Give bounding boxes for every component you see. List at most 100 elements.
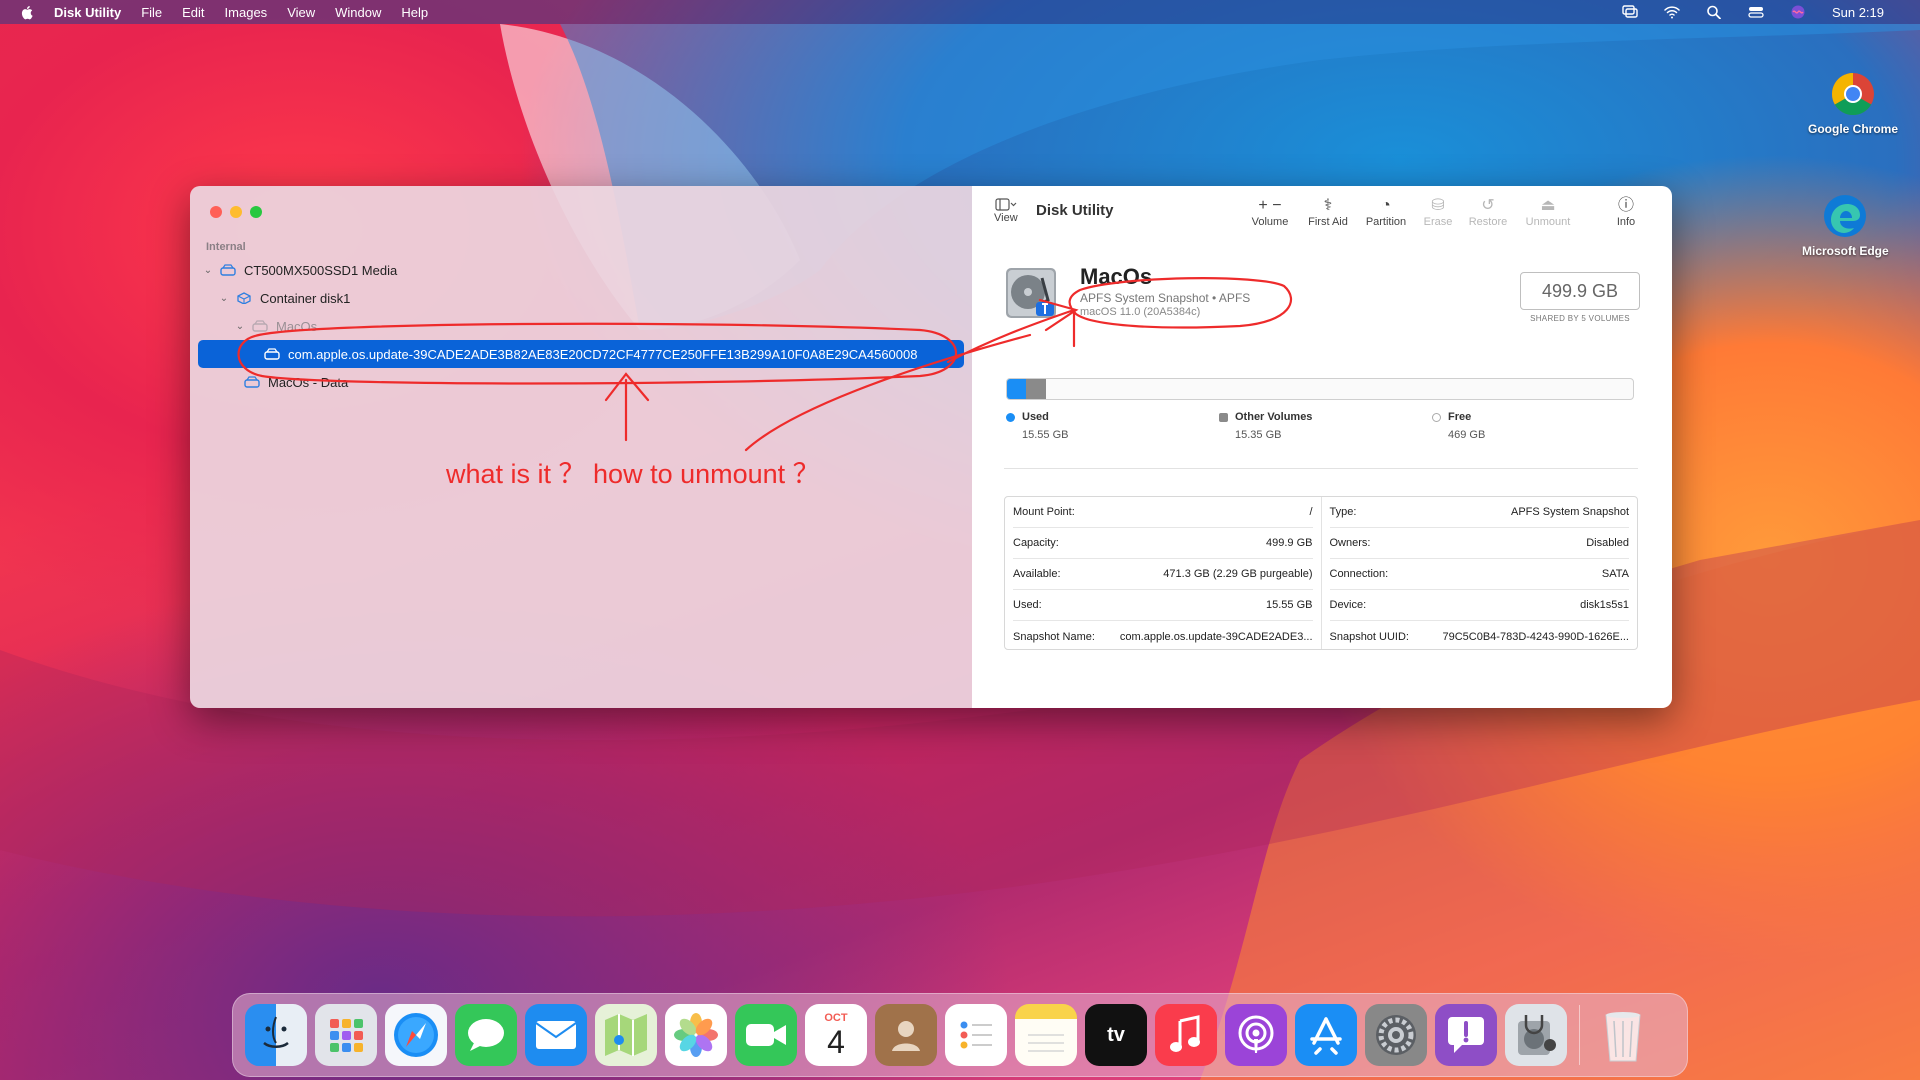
sidebar-item-label: CT500MX500SSD1 Media <box>244 262 398 278</box>
info-value: com.apple.os.update-39CADE2ADE3... <box>1119 630 1313 643</box>
dock-disk-utility[interactable] <box>1505 1004 1567 1066</box>
dock-feedback-assistant[interactable] <box>1435 1004 1497 1066</box>
dock-music[interactable] <box>1155 1004 1217 1066</box>
reminders-list-icon <box>960 1021 992 1049</box>
info-table: Mount Point: / Capacity: 499.9 GB Availabl… <box>1004 496 1638 650</box>
restore-label: Restore <box>1468 216 1508 228</box>
sidebar-item-label: Container disk1 <box>260 290 351 306</box>
menu-app-name[interactable]: Disk Utility <box>54 5 121 20</box>
dock-trash[interactable] <box>1592 1004 1654 1066</box>
control-center-icon[interactable] <box>1748 5 1764 19</box>
volume-icon <box>252 320 268 332</box>
menu-help[interactable]: Help <box>401 5 428 20</box>
podcasts-icon <box>1238 1015 1274 1053</box>
edge-icon <box>1824 195 1867 237</box>
mail-envelope-icon <box>535 1021 577 1049</box>
dock-apple-tv[interactable]: tv <box>1085 1004 1147 1066</box>
legend-label: Used <box>1022 411 1049 423</box>
dock-system-preferences[interactable] <box>1365 1004 1427 1066</box>
menu-view[interactable]: View <box>287 5 315 20</box>
sidebar-item-container[interactable]: ⌄ Container disk1 <box>198 284 964 312</box>
volume-label: Volume <box>1251 216 1289 228</box>
disk-utility-window: Internal ⌄ CT500MX500SSD1 Media ⌄ Contai… <box>190 186 1672 708</box>
legend-other-volumes: Other Volumes 15.35 GB <box>1219 411 1312 441</box>
screen-mirroring-icon[interactable] <box>1622 5 1638 19</box>
dock-contacts[interactable] <box>875 1004 937 1066</box>
erase-label: Erase <box>1423 216 1453 228</box>
safari-compass-icon <box>394 1013 438 1057</box>
info-button[interactable]: ⓘ Info <box>1596 196 1656 228</box>
facetime-camera-icon <box>746 1024 786 1046</box>
apple-icon[interactable] <box>20 5 34 20</box>
info-icon: ⓘ <box>1617 197 1634 214</box>
siri-icon[interactable] <box>1790 5 1806 19</box>
info-key: Connection: <box>1329 568 1389 580</box>
messages-bubble-icon <box>468 1019 504 1051</box>
spotlight-search-icon[interactable] <box>1706 5 1722 19</box>
dock-notes[interactable] <box>1015 1004 1077 1066</box>
dock-calendar[interactable]: OCT 4 <box>805 1004 867 1066</box>
menu-images[interactable]: Images <box>225 5 268 20</box>
menu-clock[interactable]: Sun 2:19 <box>1832 5 1884 20</box>
volume-icon <box>264 348 280 360</box>
info-row: Connection: SATA <box>1329 559 1629 590</box>
wifi-icon[interactable] <box>1664 5 1680 19</box>
dock-app-store[interactable] <box>1295 1004 1357 1066</box>
dock-safari[interactable] <box>385 1004 447 1066</box>
dock-messages[interactable] <box>455 1004 517 1066</box>
dock-photos[interactable] <box>665 1004 727 1066</box>
notes-lines-icon <box>1028 1034 1064 1052</box>
info-row: Capacity: 499.9 GB <box>1013 528 1313 559</box>
sidebar-item-snapshot[interactable]: com.apple.os.update-39CADE2ADE3B82AE83E2… <box>198 340 964 368</box>
chevron-down-icon[interactable]: ⌄ <box>202 264 214 276</box>
first-aid-button[interactable]: ⚕ First Aid <box>1298 196 1358 228</box>
info-value: 471.3 GB (2.29 GB purgeable) <box>1163 568 1313 580</box>
info-row: Available: 471.3 GB (2.29 GB purgeable) <box>1013 559 1313 590</box>
close-button[interactable] <box>210 206 222 218</box>
dock-mail[interactable] <box>525 1004 587 1066</box>
sidebar-item-physical-disk[interactable]: ⌄ CT500MX500SSD1 Media <box>198 256 964 284</box>
unmount-button[interactable]: ⏏ Unmount <box>1518 196 1578 228</box>
chevron-down-icon[interactable]: ⌄ <box>218 292 230 304</box>
volume-button[interactable]: + − Volume <box>1240 196 1300 228</box>
minimize-button[interactable] <box>230 206 242 218</box>
annotation-text: what is it ？ how to unmount ？ <box>446 459 820 489</box>
used-swatch-icon <box>1006 412 1015 422</box>
usage-other-segment <box>1026 379 1046 399</box>
dock-launchpad[interactable] <box>315 1004 377 1066</box>
info-value: Disabled <box>1586 537 1629 549</box>
usage-bar <box>1006 378 1634 400</box>
dock-reminders[interactable] <box>945 1004 1007 1066</box>
zoom-button[interactable] <box>250 206 262 218</box>
volume-name: MacOs <box>1080 264 1153 289</box>
desktop-icon-microsoft-edge[interactable]: Microsoft Edge <box>1802 194 1889 258</box>
sidebar-item-volume-macos[interactable]: ⌄ MacOs <box>198 312 964 340</box>
drive-icon <box>220 264 236 276</box>
info-key: Available: <box>1013 568 1061 580</box>
info-row: Snapshot UUID: 79C5C0B4-783D-4243-990D-16… <box>1330 621 1630 652</box>
dock-facetime[interactable] <box>735 1004 797 1066</box>
dock-podcasts[interactable] <box>1225 1004 1287 1066</box>
legend-label: Other Volumes <box>1235 411 1313 423</box>
info-key: Snapshot UUID: <box>1329 630 1409 643</box>
chevron-down-icon[interactable]: ⌄ <box>234 320 246 332</box>
info-value: disk1s5s1 <box>1580 599 1629 611</box>
menu-edit[interactable]: Edit <box>182 5 204 20</box>
info-value: 79C5C0B4-783D-4243-990D-1626E... <box>1442 630 1629 643</box>
view-button[interactable]: View <box>994 198 1018 224</box>
dock-maps[interactable] <box>595 1004 657 1066</box>
restore-button[interactable]: ↺ Restore <box>1458 196 1518 228</box>
legend-label: Free <box>1448 411 1472 423</box>
sidebar-toggle-icon <box>995 198 1017 211</box>
desktop-icon-google-chrome[interactable]: Google Chrome <box>1808 72 1898 136</box>
menu-file[interactable]: File <box>141 5 162 20</box>
gear-icon <box>1376 1015 1416 1055</box>
app-store-icon <box>1310 1017 1342 1055</box>
dock-finder[interactable] <box>245 1004 307 1066</box>
menu-window[interactable]: Window <box>335 5 381 20</box>
partition-button[interactable]: ◔ Partition <box>1356 196 1416 228</box>
info-label: Info <box>1616 216 1636 228</box>
info-key: Owners: <box>1329 537 1371 549</box>
sidebar-item-macos-data[interactable]: MacOs - Data <box>198 368 964 396</box>
dock-separator <box>1579 1005 1580 1065</box>
